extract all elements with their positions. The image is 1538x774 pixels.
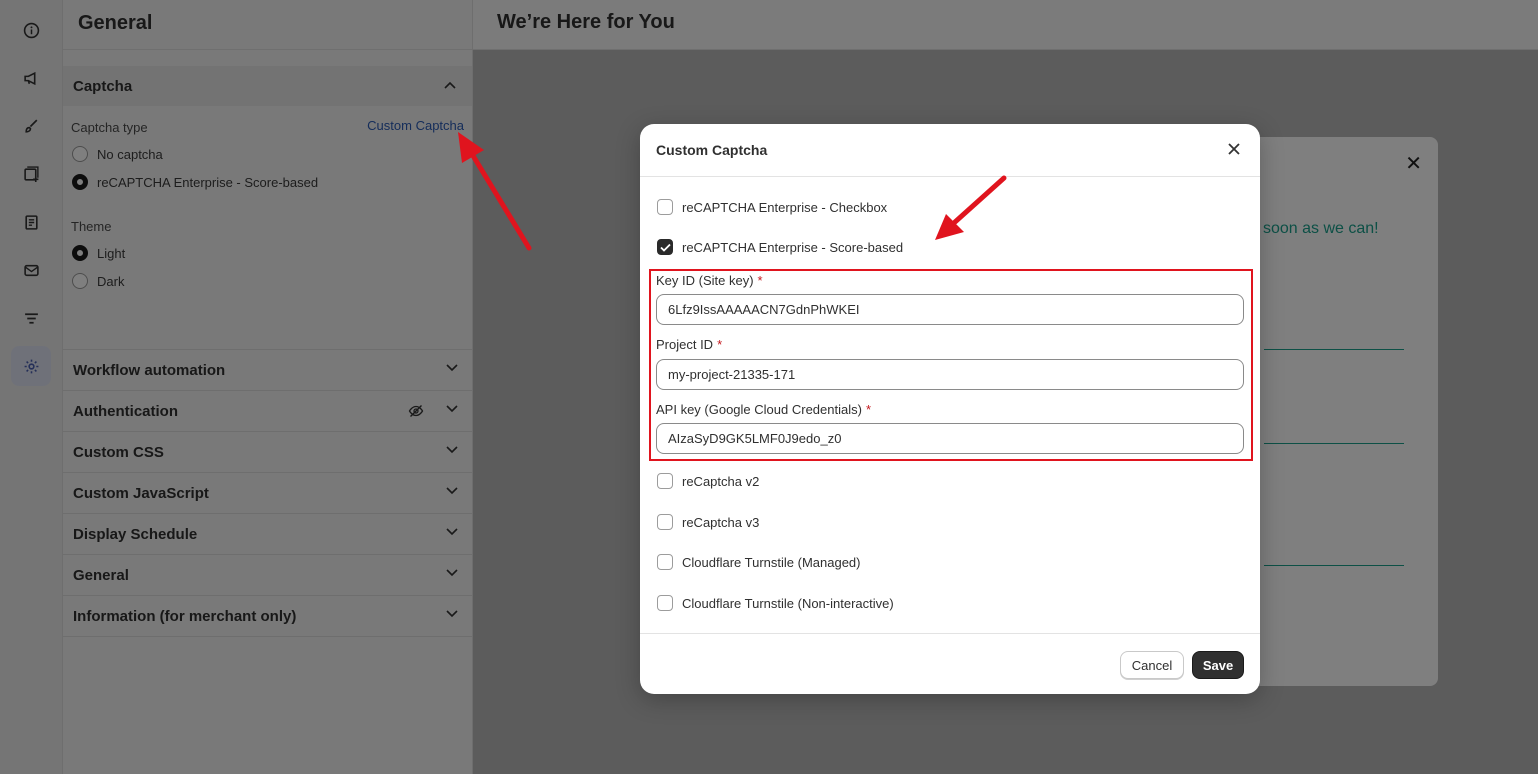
option-label: Cloudflare Turnstile (Managed) (682, 554, 861, 570)
option-cloudflare-turnstile-managed[interactable]: Cloudflare Turnstile (Managed) (657, 554, 860, 570)
required-mark: * (865, 402, 871, 417)
option-label: Cloudflare Turnstile (Non-interactive) (682, 595, 894, 611)
checkbox[interactable] (657, 199, 673, 215)
option-recaptcha-enterprise-score[interactable]: reCAPTCHA Enterprise - Score-based (657, 239, 903, 255)
key-id-label-text: Key ID (Site key) (656, 273, 754, 288)
checkbox[interactable] (657, 514, 673, 530)
option-label: reCAPTCHA Enterprise - Score-based (682, 239, 904, 255)
project-id-label: Project ID * (656, 337, 722, 352)
save-button[interactable]: Save (1192, 651, 1244, 679)
custom-captcha-modal: Custom Captcha reCAPTCHA Enterprise - Ch… (640, 124, 1260, 694)
option-label: reCAPTCHA Enterprise - Checkbox (682, 199, 888, 215)
cancel-button[interactable]: Cancel (1120, 651, 1184, 679)
project-id-input[interactable]: my-project-21335-171 (656, 359, 1244, 390)
option-cloudflare-turnstile-noninteractive[interactable]: Cloudflare Turnstile (Non-interactive) (657, 595, 894, 611)
modal-footer: Cancel Save (640, 633, 1260, 694)
option-recaptcha-v3[interactable]: reCaptcha v3 (657, 514, 759, 530)
option-recaptcha-enterprise-checkbox[interactable]: reCAPTCHA Enterprise - Checkbox (657, 199, 887, 215)
modal-header: Custom Captcha (640, 124, 1260, 177)
option-recaptcha-v2[interactable]: reCaptcha v2 (657, 473, 759, 489)
checkbox[interactable] (657, 595, 673, 611)
required-mark: * (717, 337, 723, 352)
key-id-label: Key ID (Site key) * (656, 273, 763, 288)
close-icon[interactable] (1226, 141, 1242, 157)
modal-title: Custom Captcha (656, 142, 768, 158)
checkbox[interactable] (657, 473, 673, 489)
checkmark-icon (659, 243, 671, 252)
api-key-label: API key (Google Cloud Credentials) * (656, 402, 871, 417)
required-mark: * (757, 273, 763, 288)
checkbox-checked[interactable] (657, 239, 673, 255)
api-key-label-text: API key (Google Cloud Credentials) (656, 402, 862, 417)
option-label: reCaptcha v3 (682, 514, 760, 530)
project-id-label-text: Project ID (656, 337, 714, 352)
checkbox[interactable] (657, 554, 673, 570)
api-key-input[interactable]: AIzaSyD9GK5LMF0J9edo_z0 (656, 423, 1244, 454)
key-id-input[interactable]: 6Lfz9IssAAAAACN7GdnPhWKEI (656, 294, 1244, 325)
option-label: reCaptcha v2 (682, 473, 760, 489)
